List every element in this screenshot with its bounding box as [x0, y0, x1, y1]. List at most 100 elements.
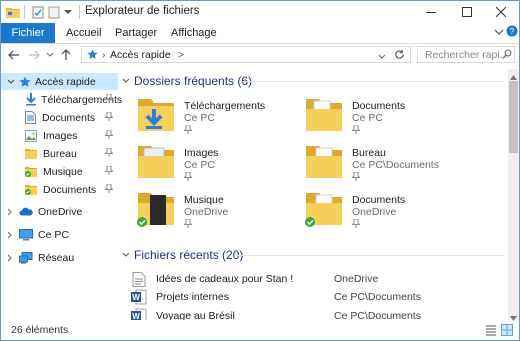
back-button[interactable] [7, 47, 21, 63]
search-box[interactable]: Rechercher rapi... [417, 46, 515, 63]
refresh-icon[interactable] [394, 49, 405, 63]
tile-location: Ce PC\Documents [352, 159, 439, 171]
documents-icon [25, 111, 36, 124]
pin-icon [351, 171, 361, 184]
pin-icon[interactable] [104, 129, 114, 142]
folder-tile-documents-onedrive[interactable]: Documents OneDrive [300, 191, 470, 231]
recent-file-path: Ce PC\Documents [334, 310, 421, 320]
breadcrumb-separator[interactable]: > [178, 49, 184, 61]
tab-fichier[interactable]: Fichier [1, 23, 55, 43]
folder-tile-images[interactable]: Images Ce PC [132, 144, 302, 184]
recent-file-row[interactable]: Idées de cadeaux pour Stan ! OneDrive [124, 271, 504, 289]
new-folder-icon[interactable] [47, 4, 61, 20]
properties-icon[interactable] [31, 4, 45, 20]
customize-quick-access-icon[interactable] [63, 4, 73, 20]
recent-file-row[interactable]: W Voyage au Brésil Ce PC\Documents [124, 308, 504, 320]
sidebar-item-bureau[interactable]: Bureau [1, 145, 118, 162]
close-button[interactable] [483, 1, 519, 23]
folder-tile-bureau[interactable]: Bureau Ce PC\Documents [300, 144, 470, 184]
tile-name: Musique [184, 194, 224, 206]
vertical-scrollbar[interactable] [508, 69, 519, 321]
svg-text:W: W [132, 312, 140, 320]
tab-partager[interactable]: Partager [115, 23, 157, 43]
sidebar-item-label: Documents [42, 111, 96, 124]
tab-affichage[interactable]: Affichage [171, 23, 217, 43]
chevron-down-icon[interactable] [122, 78, 130, 84]
recent-files-header[interactable]: Fichiers récents (20) [118, 246, 243, 264]
address-dropdown-icon[interactable] [378, 51, 386, 63]
tile-location: Ce PC [184, 112, 215, 124]
tile-location: Ce PC [184, 159, 215, 171]
breadcrumb-quick-access[interactable]: Accès rapide [110, 49, 171, 61]
chevron-down-icon[interactable] [7, 76, 17, 88]
help-icon[interactable]: ? [506, 25, 518, 40]
maximize-button[interactable] [449, 1, 485, 23]
sidebar-item-label: Documents [43, 183, 97, 196]
tile-name: Bureau [352, 147, 386, 159]
search-icon[interactable] [502, 49, 512, 63]
expand-ribbon-icon[interactable] [494, 27, 504, 39]
frequent-divider [242, 81, 504, 82]
synced-folder-icon [25, 184, 37, 195]
chevron-down-icon [46, 52, 54, 57]
sidebar-item-label: Images [43, 129, 78, 142]
onedrive-cloud-icon [19, 207, 33, 216]
minimize-icon [426, 12, 436, 13]
recent-file-row[interactable]: W Projets internes Ce PC\Documents [124, 289, 504, 307]
recent-file-name: Voyage au Brésil [156, 310, 235, 320]
synced-folder-icon [304, 191, 344, 232]
tile-location: Ce PC [352, 112, 383, 124]
music-folder-icon [25, 166, 37, 177]
sidebar-item-images[interactable]: Images [1, 127, 118, 144]
pin-icon [183, 124, 193, 137]
address-separator-icon[interactable]: › [102, 49, 106, 61]
quick-access-star-icon [87, 49, 98, 63]
recent-files-title: Fichiers récents (20) [134, 248, 244, 262]
frequent-folders-header[interactable]: Dossiers fréquents (6) [118, 72, 252, 90]
sidebar-item-documents-onedrive[interactable]: Documents [1, 181, 118, 198]
chevron-down-icon[interactable] [122, 252, 130, 258]
forward-button[interactable] [27, 47, 41, 63]
folder-icon [25, 148, 37, 159]
recent-locations-button[interactable] [45, 47, 55, 63]
sidebar-item-quick-access[interactable]: Accès rapide [1, 73, 118, 90]
chevron-right-icon[interactable] [7, 254, 17, 262]
pin-icon[interactable] [104, 165, 114, 178]
svg-text:W: W [132, 293, 140, 302]
address-bar[interactable]: › Accès rapide > [81, 46, 411, 63]
item-count: 26 éléments [11, 324, 69, 336]
sidebar-item-onedrive[interactable]: OneDrive [1, 203, 118, 220]
scrollbar-thumb[interactable] [509, 81, 518, 153]
tiles-view-button[interactable] [501, 324, 513, 339]
chevron-right-icon[interactable] [7, 231, 17, 239]
pin-icon[interactable] [104, 111, 114, 124]
sidebar-item-musique[interactable]: Musique [1, 163, 118, 180]
quick-access-star-icon [19, 76, 31, 88]
note-file-icon [132, 272, 146, 290]
pin-icon[interactable] [104, 147, 114, 160]
details-view-button[interactable] [485, 324, 497, 339]
sidebar-item-ce-pc[interactable]: Ce PC [1, 226, 118, 243]
window-title: Explorateur de fichiers [85, 5, 200, 17]
music-folder-icon [136, 191, 176, 232]
search-input[interactable]: Rechercher rapi... [425, 49, 508, 61]
sidebar-item-reseau[interactable]: Réseau [1, 249, 118, 266]
svg-text:?: ? [510, 27, 515, 36]
pin-icon[interactable] [104, 93, 114, 106]
folder-tile-telechargements[interactable]: Téléchargements Ce PC [132, 97, 302, 137]
sidebar-item-telechargements[interactable]: Téléchargements [1, 91, 122, 108]
pin-icon [183, 171, 193, 184]
documents-folder-icon [304, 97, 344, 136]
tile-location: OneDrive [184, 206, 229, 218]
minimize-button[interactable] [413, 1, 449, 23]
up-button[interactable] [59, 47, 73, 63]
pin-icon [183, 218, 193, 231]
tab-accueil[interactable]: Accueil [66, 23, 101, 43]
tile-location: OneDrive [352, 206, 397, 218]
sidebar-item-documents[interactable]: Documents [1, 109, 118, 126]
folder-tile-musique[interactable]: Musique OneDrive [132, 191, 302, 231]
pin-icon[interactable] [104, 183, 114, 196]
folder-tile-documents[interactable]: Documents Ce PC [300, 97, 470, 137]
downloads-folder-icon [136, 97, 176, 136]
chevron-right-icon[interactable] [7, 208, 17, 216]
